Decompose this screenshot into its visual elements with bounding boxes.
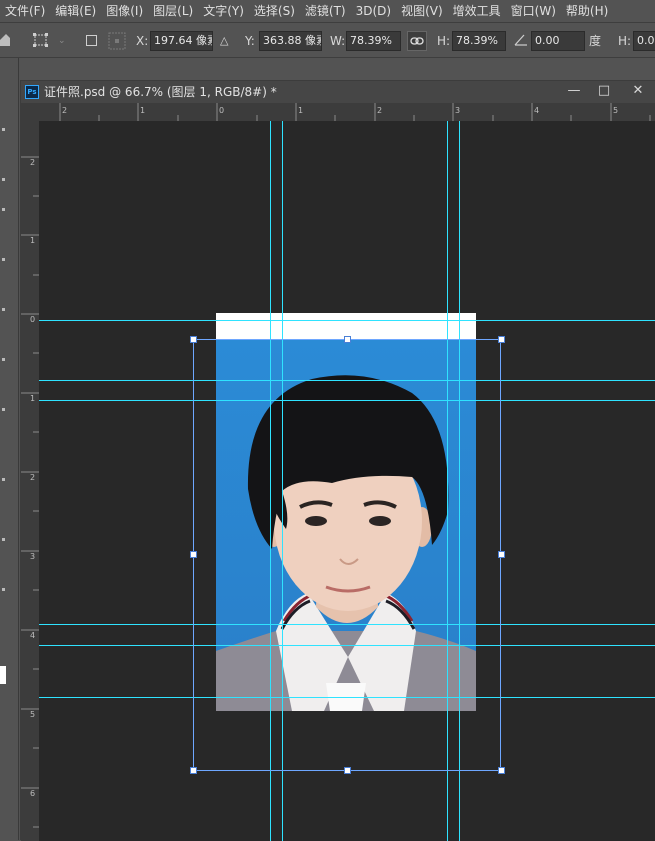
transform-handle-left[interactable]	[190, 551, 197, 558]
menu-help[interactable]: 帮助(H)	[561, 0, 613, 22]
menu-view[interactable]: 视图(V)	[396, 0, 448, 22]
y-label: Y:	[245, 34, 255, 48]
options-bar: ⌄ X: 197.64 像素 △ Y: 363.88 像素 W: 78.39% …	[0, 22, 655, 58]
ruler-label: 5	[613, 106, 619, 115]
document-window: Ps 证件照.psd @ 66.7% (图层 1, RGB/8#) * — □ …	[20, 80, 655, 841]
tool-marker[interactable]	[2, 128, 5, 131]
menu-file[interactable]: 文件(F)	[0, 0, 50, 22]
width-field[interactable]: 78.39%	[346, 31, 401, 51]
angle-unit: 度	[589, 34, 602, 48]
transform-handle-bottom-left[interactable]	[190, 767, 197, 774]
transform-handle-top-left[interactable]	[190, 336, 197, 343]
ruler-label: 2	[377, 106, 383, 115]
delta-icon[interactable]: △	[220, 31, 228, 51]
ruler-label: 0	[219, 106, 225, 115]
transform-handle-top[interactable]	[344, 336, 351, 343]
tool-marker[interactable]	[2, 408, 5, 411]
ruler-label: 1	[30, 394, 36, 403]
ruler-label: 2	[62, 106, 68, 115]
h-skew-field[interactable]: 0.00	[633, 31, 655, 51]
ruler-label: 4	[30, 631, 36, 640]
ruler-label: 2	[30, 158, 36, 167]
menu-window[interactable]: 窗口(W)	[506, 0, 561, 22]
foreground-color-swatch[interactable]	[0, 666, 6, 684]
menu-bar: 文件(F) 编辑(E) 图像(I) 图层(L) 文字(Y) 选择(S) 滤镜(T…	[0, 0, 655, 22]
transform-handle-bottom[interactable]	[344, 767, 351, 774]
free-transform-box[interactable]	[193, 339, 501, 771]
ruler-label: 1	[298, 106, 304, 115]
menu-select[interactable]: 选择(S)	[249, 0, 300, 22]
menu-image[interactable]: 图像(I)	[101, 0, 148, 22]
transform-handle-bottom-right[interactable]	[498, 767, 505, 774]
document-title[interactable]: 证件照.psd @ 66.7% (图层 1, RGB/8#) *	[44, 81, 277, 103]
document-tab[interactable]: Ps 证件照.psd @ 66.7% (图层 1, RGB/8#) * — □ …	[21, 81, 655, 103]
tool-marker[interactable]	[2, 478, 5, 481]
w-label: W:	[330, 34, 346, 48]
minimize-button[interactable]: —	[557, 81, 591, 101]
menu-filter[interactable]: 滤镜(T)	[300, 0, 351, 22]
ruler-label: 3	[455, 106, 461, 115]
vertical-ruler[interactable]: 2 1 0 1 2 3 4 5 6	[21, 121, 40, 841]
ruler-label: 6	[30, 789, 36, 798]
menu-layer[interactable]: 图层(L)	[148, 0, 198, 22]
transform-handle-top-right[interactable]	[498, 336, 505, 343]
ruler-label: 3	[30, 552, 36, 561]
horizontal-ruler[interactable]: 2 1 0 1 2 3 4 5	[39, 103, 655, 122]
angle-field[interactable]: 0.00	[531, 31, 585, 51]
tool-marker[interactable]	[2, 588, 5, 591]
tool-marker[interactable]	[2, 258, 5, 261]
close-button[interactable]: ✕	[621, 81, 655, 101]
link-icon	[410, 37, 424, 45]
menu-type[interactable]: 文字(Y)	[198, 0, 249, 22]
ruler-label: 5	[30, 710, 36, 719]
tool-marker[interactable]	[2, 358, 5, 361]
menu-plugins[interactable]: 增效工具	[448, 0, 506, 22]
ruler-origin[interactable]	[21, 103, 39, 121]
ruler-label: 4	[534, 106, 540, 115]
restore-button[interactable]: □	[587, 81, 621, 101]
ruler-label: 1	[140, 106, 146, 115]
tool-marker[interactable]	[2, 538, 5, 541]
transform-handle-right[interactable]	[498, 551, 505, 558]
reference-grid-icon[interactable]	[108, 32, 126, 50]
guide-horizontal[interactable]	[39, 320, 655, 321]
menu-edit[interactable]: 编辑(E)	[50, 0, 101, 22]
canvas[interactable]	[39, 121, 655, 841]
y-field[interactable]: 363.88 像素	[259, 31, 322, 51]
link-aspect-button[interactable]	[407, 31, 427, 51]
tool-marker[interactable]	[2, 208, 5, 211]
h-skew-label: H:	[618, 34, 632, 48]
angle-icon	[514, 34, 527, 46]
reference-point-checkbox[interactable]	[86, 35, 97, 46]
x-label: X:	[136, 34, 149, 48]
photoshop-icon: Ps	[25, 85, 39, 99]
home-icon[interactable]	[0, 33, 10, 47]
menu-3d[interactable]: 3D(D)	[351, 0, 396, 22]
ruler-label: 1	[30, 236, 36, 245]
x-field[interactable]: 197.64 像素	[150, 31, 213, 51]
height-field[interactable]: 78.39%	[452, 31, 506, 51]
ruler-label: 2	[30, 473, 36, 482]
transform-reference-icon[interactable]	[32, 32, 50, 48]
tool-marker[interactable]	[2, 178, 5, 181]
h-label: H:	[437, 34, 451, 48]
chevron-down-icon[interactable]: ⌄	[58, 31, 66, 51]
tool-marker[interactable]	[2, 308, 5, 311]
ruler-label: 0	[30, 315, 36, 324]
horizontal-ruler-ticks	[59, 103, 651, 121]
tools-panel	[0, 58, 19, 840]
